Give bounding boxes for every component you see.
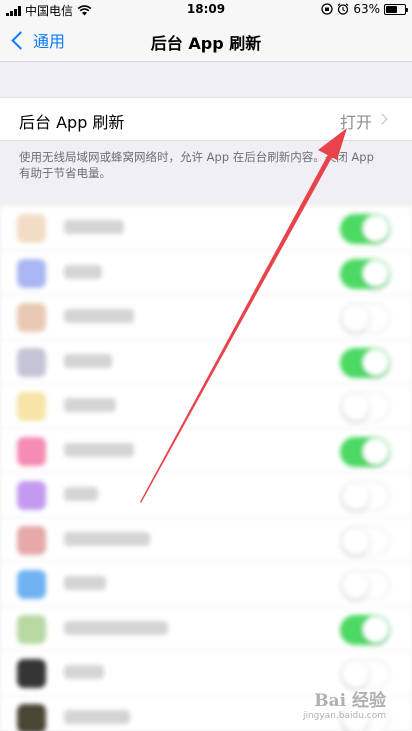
app-name-placeholder bbox=[64, 353, 112, 368]
app-icon bbox=[17, 525, 46, 555]
toggle-knob bbox=[342, 394, 369, 421]
app-refresh-toggle[interactable] bbox=[340, 525, 390, 556]
row-label: 后台 App 刷新 bbox=[19, 113, 125, 132]
app-name-placeholder bbox=[64, 709, 130, 724]
alarm-icon bbox=[337, 3, 349, 15]
section-footer-note: 使用无线局域网或蜂窝网络时，允许 App 在后台刷新内容。关闭 App 有助于节… bbox=[19, 150, 374, 180]
toggle-knob bbox=[362, 615, 389, 643]
navigation-bar: 通用 后台 App 刷新 bbox=[0, 18, 412, 62]
app-row bbox=[0, 295, 412, 340]
app-row bbox=[0, 473, 412, 518]
app-icon bbox=[17, 436, 46, 466]
page-title: 后台 App 刷新 bbox=[150, 34, 262, 53]
watermark-logo: Bai 经验 bbox=[314, 691, 386, 711]
toggle-knob bbox=[362, 348, 389, 376]
toggle-knob bbox=[362, 437, 389, 465]
rotation-lock-icon bbox=[321, 3, 333, 15]
app-row bbox=[0, 384, 412, 429]
app-name-placeholder bbox=[64, 665, 104, 679]
app-icon bbox=[17, 258, 46, 288]
chevron-right-icon bbox=[376, 113, 388, 125]
app-icon bbox=[17, 703, 46, 731]
row-value: 打开 bbox=[339, 113, 372, 132]
app-refresh-toggle[interactable] bbox=[340, 347, 390, 378]
app-row bbox=[0, 562, 412, 607]
app-name-placeholder bbox=[64, 531, 150, 546]
battery-icon bbox=[384, 3, 408, 15]
app-name-placeholder bbox=[64, 264, 102, 279]
app-name-placeholder bbox=[64, 620, 168, 635]
status-bar: 中国电信 18:09 63% bbox=[0, 0, 412, 18]
app-name-placeholder bbox=[64, 309, 134, 323]
app-name-placeholder bbox=[64, 576, 106, 590]
app-icon bbox=[17, 659, 46, 688]
app-refresh-toggle[interactable] bbox=[340, 481, 390, 511]
app-refresh-toggle[interactable] bbox=[340, 303, 390, 333]
app-icon bbox=[17, 392, 46, 421]
app-refresh-toggle[interactable] bbox=[340, 614, 390, 645]
app-row bbox=[0, 429, 412, 473]
battery-percent: 63% bbox=[353, 2, 380, 16]
toggle-knob bbox=[342, 527, 369, 555]
app-row bbox=[0, 340, 412, 384]
toggle-knob bbox=[342, 572, 369, 599]
app-row bbox=[0, 607, 412, 651]
app-refresh-toggle[interactable] bbox=[340, 659, 390, 689]
app-name-placeholder bbox=[64, 220, 124, 234]
toggle-knob bbox=[342, 483, 369, 510]
toggle-knob bbox=[342, 305, 369, 332]
app-name-placeholder bbox=[64, 487, 98, 501]
watermark-url: jingyan.baidu.com bbox=[302, 711, 386, 721]
status-right: 63% bbox=[321, 2, 408, 16]
app-icon bbox=[17, 303, 46, 332]
app-row bbox=[0, 206, 412, 251]
app-refresh-toggle[interactable] bbox=[340, 392, 390, 422]
app-refresh-toggle[interactable] bbox=[340, 258, 390, 289]
watermark: Bai 经验 jingyan.baidu.com bbox=[303, 686, 386, 721]
toggle-knob bbox=[342, 661, 369, 688]
app-refresh-toggle[interactable] bbox=[340, 214, 390, 244]
app-row bbox=[0, 518, 412, 562]
background-refresh-row[interactable]: 后台 App 刷新 打开 bbox=[0, 97, 412, 141]
toggle-knob bbox=[362, 215, 389, 242]
app-icon bbox=[17, 214, 46, 243]
app-icon bbox=[17, 570, 46, 599]
app-icon bbox=[17, 614, 46, 644]
toggle-knob bbox=[362, 259, 389, 287]
app-list bbox=[0, 206, 412, 731]
app-row bbox=[0, 251, 412, 295]
app-icon bbox=[17, 481, 46, 510]
app-icon bbox=[17, 347, 46, 377]
app-refresh-toggle[interactable] bbox=[340, 436, 390, 467]
app-name-placeholder bbox=[64, 398, 116, 412]
app-name-placeholder bbox=[64, 442, 134, 457]
app-refresh-toggle[interactable] bbox=[340, 570, 390, 600]
